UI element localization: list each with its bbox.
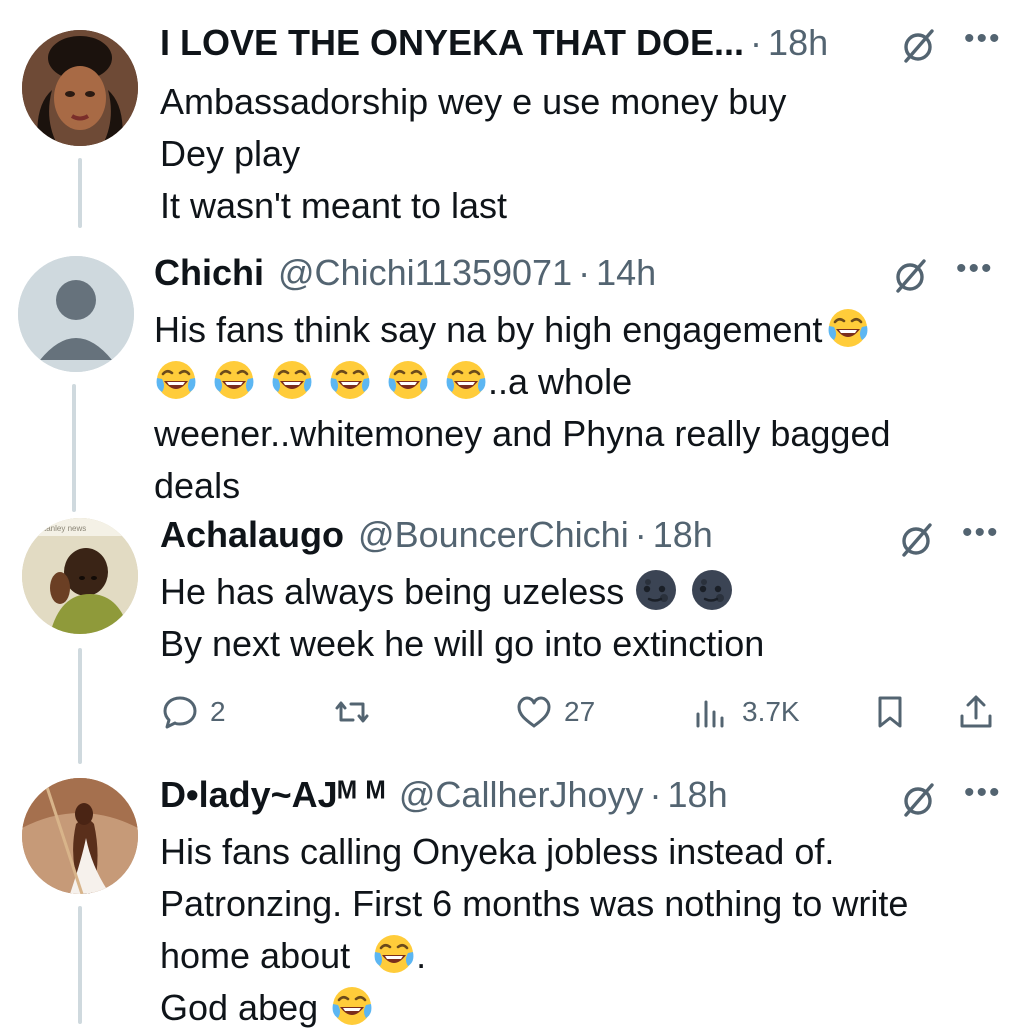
tweet-header: Achalaugo @BouncerChichi · 18h [160, 514, 713, 564]
timestamp[interactable]: 14h [596, 252, 656, 294]
face-with-tears-of-joy-emoji [444, 358, 488, 402]
like-heart-icon [517, 696, 551, 728]
text-line: God abeg [160, 987, 319, 1028]
display-name[interactable]: I LOVE THE ONYEKA THAT DOE... [160, 22, 744, 64]
text-line: By next week he will go into extinction [160, 623, 765, 664]
face-with-tears-of-joy-emoji [330, 984, 374, 1028]
face-with-tears-of-joy-emoji [154, 358, 198, 402]
avatar-caption: ey Stanley news [28, 524, 86, 533]
text-line: Dey play [160, 133, 301, 174]
text-line: home about [160, 935, 351, 976]
share-button[interactable] [956, 692, 996, 732]
tweet-text: His fans think say na by high engagement… [154, 304, 891, 512]
tweet-corner-actions: ••• [890, 254, 994, 296]
avatar[interactable] [18, 256, 134, 372]
text-line: ..a whole [488, 361, 633, 402]
tweet-header: I LOVE THE ONYEKA THAT DOE... · 18h [160, 22, 828, 72]
text-line: His fans calling Onyeka jobless instead … [160, 831, 835, 872]
display-name[interactable]: D•lady~AJᴹ ᴹ [160, 774, 385, 816]
bookmark-button[interactable] [870, 692, 910, 732]
thread-line [78, 906, 82, 1024]
thread-line [72, 384, 76, 512]
new-moon-face-emoji [634, 568, 678, 612]
separator-dot: · [750, 22, 763, 63]
face-with-tears-of-joy-emoji [270, 358, 314, 402]
user-handle[interactable]: @CallherJhoyy [399, 774, 644, 816]
face-with-tears-of-joy-emoji [328, 358, 372, 402]
text-line: . [416, 935, 427, 976]
timestamp[interactable]: 18h [768, 22, 828, 64]
display-name[interactable]: Chichi [154, 252, 264, 294]
face-with-tears-of-joy-emoji [386, 358, 430, 402]
text-line: Ambassadorship wey e use money buy [160, 81, 787, 122]
tweet-text: He has always being uzeless By next week… [160, 566, 764, 670]
display-name[interactable]: Achalaugo [160, 514, 344, 556]
bookmark-icon [878, 696, 902, 728]
face-with-tears-of-joy-emoji [826, 306, 870, 350]
like-button[interactable]: 27 [514, 692, 595, 732]
tweet-text: His fans calling Onyeka jobless instead … [160, 826, 908, 1034]
face-with-tears-of-joy-emoji [372, 932, 416, 976]
user-handle[interactable]: @BouncerChichi [358, 514, 629, 556]
text-line: Patronzing. First 6 months was nothing t… [160, 883, 909, 924]
thread-line [78, 648, 82, 764]
avatar[interactable] [22, 30, 138, 146]
text-line: His fans think say na by high engagement [154, 309, 823, 350]
new-moon-face-emoji [690, 568, 734, 612]
timestamp[interactable]: 18h [668, 774, 728, 816]
text-line: deals [154, 465, 241, 506]
views-button[interactable]: 3.7K [692, 692, 800, 732]
repost-icon [335, 701, 369, 723]
user-handle[interactable]: @Chichi11359071 [278, 252, 572, 294]
tweet-1[interactable]: I LOVE THE ONYEKA THAT DOE... · 18h ••• … [0, 0, 1024, 240]
more-dots-icon[interactable]: ••• [964, 24, 1002, 54]
more-dots-icon[interactable]: ••• [962, 518, 1000, 548]
thread-line [78, 158, 82, 228]
tweet-text: Ambassadorship wey e use money buy Dey p… [160, 76, 786, 232]
face-with-tears-of-joy-emoji [212, 358, 256, 402]
grok-slash-icon[interactable] [898, 780, 938, 820]
avatar[interactable]: ey Stanley news [22, 518, 138, 634]
text-line: It wasn't meant to last [160, 185, 508, 226]
text-line: weener..whitemoney and Phyna really bagg… [154, 413, 891, 454]
tweet-header: Chichi @Chichi11359071 · 14h [154, 252, 656, 302]
tweet-corner-actions: ••• [898, 24, 1002, 66]
tweet-header: D•lady~AJᴹ ᴹ @CallherJhoyy · 18h [160, 774, 728, 824]
separator-dot: · [634, 514, 647, 555]
tweet-2[interactable]: Chichi @Chichi11359071 · 14h ••• His fan… [0, 240, 1024, 512]
separator-dot: · [649, 774, 662, 815]
grok-slash-icon[interactable] [890, 256, 930, 296]
avatar[interactable] [22, 778, 138, 894]
reply-icon [163, 696, 197, 729]
tweet-corner-actions: ••• [896, 518, 1000, 560]
more-dots-icon[interactable]: ••• [956, 254, 994, 284]
text-line: He has always being uzeless [160, 571, 625, 612]
tweet-corner-actions: ••• [898, 778, 1002, 820]
grok-slash-icon[interactable] [898, 26, 938, 66]
like-count: 27 [564, 696, 596, 727]
views-bars-icon [696, 700, 724, 728]
more-dots-icon[interactable]: ••• [964, 778, 1002, 808]
reply-count: 2 [210, 696, 226, 727]
action-bar: 2 27 3.7K [160, 688, 1000, 736]
timestamp[interactable]: 18h [653, 514, 713, 556]
separator-dot: · [578, 252, 591, 293]
grok-slash-icon[interactable] [896, 520, 936, 560]
reply-button[interactable]: 2 [160, 692, 226, 732]
repost-button[interactable] [332, 692, 382, 732]
tweet-4[interactable]: D•lady~AJᴹ ᴹ @CallherJhoyy · 18h ••• His… [0, 764, 1024, 1028]
share-icon [960, 695, 992, 728]
view-count: 3.7K [742, 696, 800, 727]
